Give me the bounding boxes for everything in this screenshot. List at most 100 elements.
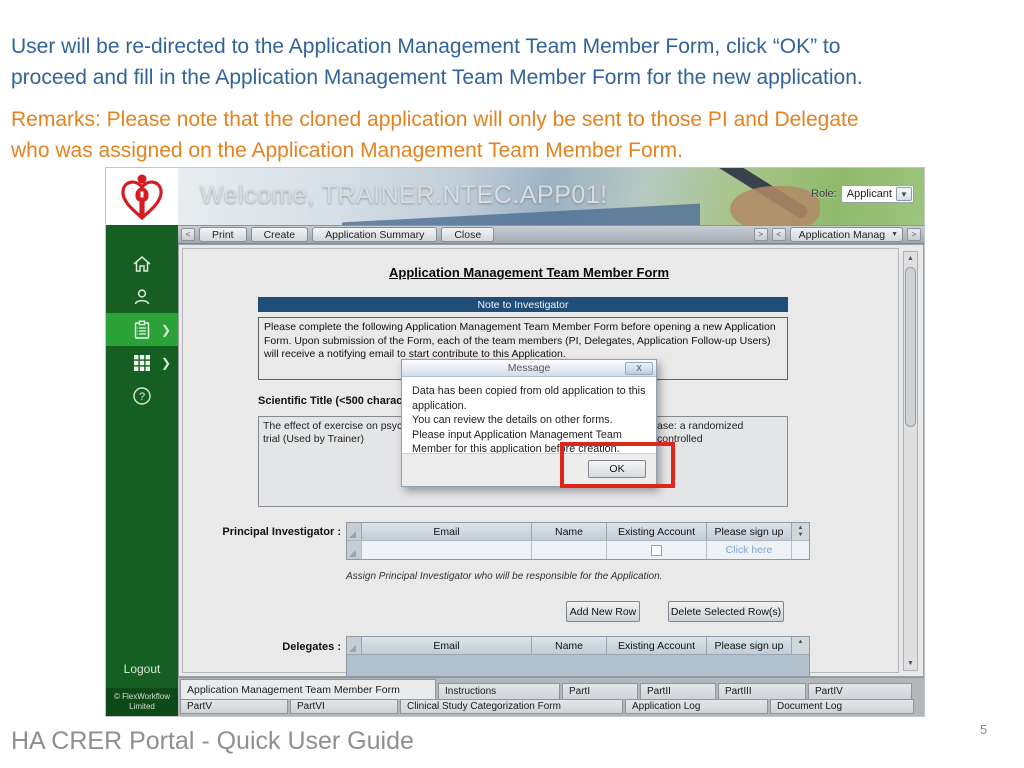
clipboard-icon xyxy=(131,319,153,341)
sidebar: ❯ ❯ ? Logout © Fle xyxy=(106,225,178,716)
header-banner: Welcome, TRAINER.NTEC.APP01! Role: Appli… xyxy=(178,168,924,225)
close-button[interactable]: Close xyxy=(441,227,494,242)
scroll-up-icon[interactable]: ▲ xyxy=(798,525,804,531)
toolbar-back-button[interactable]: < xyxy=(181,228,195,241)
form-nav-prev-button[interactable]: < xyxy=(772,228,786,241)
hospital-authority-logo xyxy=(120,174,164,220)
existing-account-cell xyxy=(607,541,707,559)
intro-line-1: User will be re-directed to the Applicat… xyxy=(11,31,1013,62)
role-label: Role: xyxy=(811,188,837,200)
dialog-line-2: You can review the details on other form… xyxy=(412,413,646,428)
chevron-down-icon: ▼ xyxy=(891,231,898,238)
toolbar: < Print Create Application Summary Close… xyxy=(178,225,924,244)
intro-line-2: proceed and fill in the Application Mana… xyxy=(11,62,1013,93)
click-here-link[interactable]: Click here xyxy=(726,544,773,556)
delegates-label: Delegates : xyxy=(181,641,341,653)
tab-part-v[interactable]: PartV xyxy=(180,699,288,714)
scroll-up-icon[interactable]: ▲ xyxy=(904,252,917,265)
table-row: Click here xyxy=(347,540,809,559)
assign-pi-note: Assign Principal Investigator who will b… xyxy=(346,571,662,582)
row-selector-cell[interactable] xyxy=(347,637,362,654)
form-select-value: Application Manag xyxy=(799,229,885,241)
scrollbar-thumb[interactable] xyxy=(905,267,916,427)
copyright: © FlexWorkflow Limited xyxy=(106,688,178,716)
intro-text: User will be re-directed to the Applicat… xyxy=(11,31,1013,93)
tab-application-log[interactable]: Application Log xyxy=(625,699,768,714)
scientific-title-text-right: ase: a randomized controlled xyxy=(657,420,787,446)
slide: User will be re-directed to the Applicat… xyxy=(0,0,1024,768)
form-title: Application Management Team Member Form xyxy=(179,265,879,280)
table-scrollbar[interactable]: ▲ xyxy=(792,637,809,654)
table-header-row: Email Name Existing Account Please sign … xyxy=(347,523,809,540)
remarks-line-1: Remarks: Please note that the cloned app… xyxy=(11,104,1013,135)
name-cell[interactable] xyxy=(532,541,607,559)
banner-hand-decor xyxy=(730,186,820,225)
column-header-email: Email xyxy=(362,637,532,654)
dialog-title: Message xyxy=(402,362,656,374)
application-summary-button[interactable]: Application Summary xyxy=(312,227,437,242)
logout-button[interactable]: Logout xyxy=(106,662,178,676)
delete-selected-rows-button[interactable]: Delete Selected Row(s) xyxy=(668,601,784,622)
note-header-bar: Note to Investigator xyxy=(258,297,788,312)
create-button[interactable]: Create xyxy=(251,227,309,242)
form-nav-next-button[interactable]: > xyxy=(907,228,921,241)
table-header-row: Email Name Existing Account Please sign … xyxy=(347,637,809,654)
red-annotation-box xyxy=(560,442,675,488)
chevron-right-icon: ❯ xyxy=(161,356,171,370)
person-icon xyxy=(131,286,153,308)
email-cell[interactable] xyxy=(362,541,532,559)
slide-footer-title: HA CRER Portal - Quick User Guide xyxy=(11,727,414,756)
dialog-title-bar: Message X xyxy=(402,360,656,377)
scroll-up-icon[interactable]: ▲ xyxy=(798,639,804,645)
tab-part-iv[interactable]: PartIV xyxy=(808,683,912,699)
tab-app-mgmt-team-member-form[interactable]: Application Management Team Member Form xyxy=(180,679,436,699)
tab-clinical-study-categorization[interactable]: Clinical Study Categorization Form xyxy=(400,699,623,714)
form-content: Application Management Team Member Form … xyxy=(178,244,924,677)
tab-part-i[interactable]: PartI xyxy=(562,683,638,699)
copyright-line-1: © FlexWorkflow xyxy=(106,692,178,702)
tab-part-vi[interactable]: PartVI xyxy=(290,699,398,714)
logo-box xyxy=(106,168,178,225)
scroll-down-icon[interactable]: ▼ xyxy=(798,532,804,538)
help-icon: ? xyxy=(131,385,153,407)
sidebar-item-help[interactable]: ? xyxy=(106,379,178,412)
copyright-line-2: Limited xyxy=(106,702,178,712)
sign-up-cell: Click here xyxy=(707,541,792,559)
row-selector-cell[interactable] xyxy=(347,523,362,540)
column-header-name: Name xyxy=(532,637,607,654)
tab-part-iii[interactable]: PartIII xyxy=(718,683,806,699)
toolbar-forward-button[interactable]: > xyxy=(754,228,768,241)
sidebar-item-profile[interactable] xyxy=(106,280,178,313)
row-selector-cell[interactable] xyxy=(347,541,362,559)
delegates-table: Email Name Existing Account Please sign … xyxy=(346,636,810,677)
chevron-right-icon: ❯ xyxy=(161,323,171,337)
content-scrollbar[interactable]: ▲ ▼ xyxy=(903,251,918,671)
scroll-down-icon[interactable]: ▼ xyxy=(904,657,917,670)
principal-investigator-table: Email Name Existing Account Please sign … xyxy=(346,522,810,560)
remarks-text: Remarks: Please note that the cloned app… xyxy=(11,104,1013,166)
sidebar-item-home[interactable] xyxy=(106,247,178,280)
page-number: 5 xyxy=(980,722,987,737)
role-value: Applicant xyxy=(847,188,892,200)
tab-part-ii[interactable]: PartII xyxy=(640,683,716,699)
form-tab-bar: Application Management Team Member Form … xyxy=(178,677,924,716)
chevron-down-icon[interactable]: ▼ xyxy=(896,187,912,201)
print-button[interactable]: Print xyxy=(199,227,247,242)
column-header-please-sign-up: Please sign up xyxy=(707,637,792,654)
form-select-dropdown[interactable]: Application Manag ▼ xyxy=(790,227,903,242)
role-select[interactable]: Applicant ▼ xyxy=(841,185,914,203)
existing-account-checkbox[interactable] xyxy=(651,545,662,556)
tab-document-log[interactable]: Document Log xyxy=(770,699,914,714)
role-selector-group: Role: Applicant ▼ xyxy=(811,185,914,203)
table-scrollbar[interactable]: ▲ ▼ xyxy=(792,523,809,540)
column-header-please-sign-up: Please sign up xyxy=(707,523,792,540)
column-header-existing-account: Existing Account xyxy=(607,523,707,540)
portal-screenshot: Welcome, TRAINER.NTEC.APP01! Role: Appli… xyxy=(106,168,924,716)
close-icon[interactable]: X xyxy=(625,362,653,375)
sidebar-item-modules[interactable]: ❯ xyxy=(106,346,178,379)
home-icon xyxy=(131,253,153,275)
add-new-row-button[interactable]: Add New Row xyxy=(566,601,640,622)
sidebar-item-forms[interactable]: ❯ xyxy=(106,313,178,346)
svg-text:?: ? xyxy=(139,391,145,403)
tab-instructions[interactable]: Instructions xyxy=(438,683,560,699)
